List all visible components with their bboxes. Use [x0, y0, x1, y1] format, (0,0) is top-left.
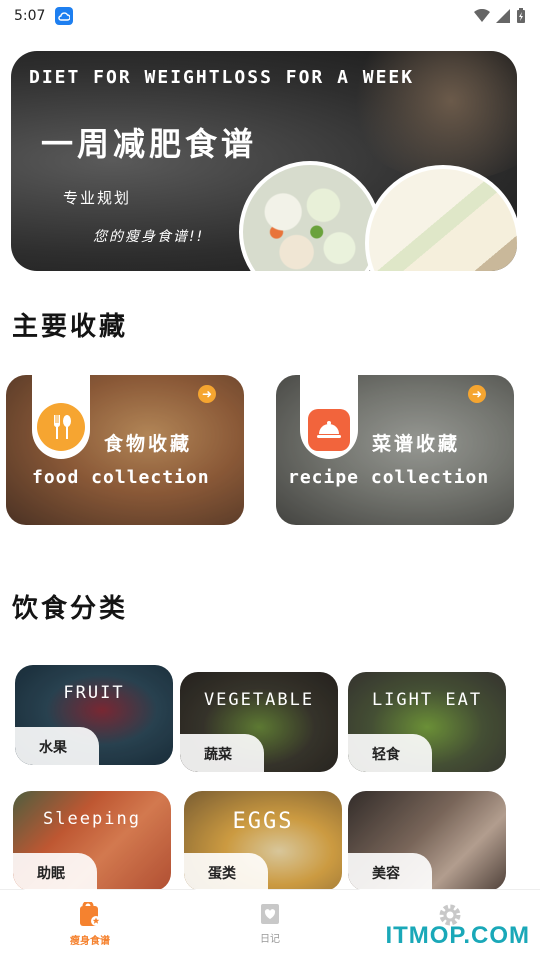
diary-icon	[261, 904, 279, 924]
category-label-cn: 蛋类	[184, 853, 268, 891]
main-collection-title-text: 主要收藏	[12, 312, 129, 342]
nav-label: 日记	[260, 934, 280, 945]
category-label-en: Sleeping	[43, 809, 141, 829]
status-bar: 5:07	[0, 0, 540, 32]
site-watermark: ITMOP.COM	[385, 922, 530, 949]
cloche-icon	[308, 409, 350, 451]
category-vegetable[interactable]: VEGETABLE 蔬菜	[180, 672, 338, 772]
wifi-icon	[474, 9, 490, 22]
spring-rolls-image	[239, 161, 381, 271]
category-label-cn: 助眠	[13, 853, 97, 891]
banner-title-cn: 一周减肥食谱	[41, 125, 258, 163]
category-light-eat[interactable]: LIGHT EAT 轻食	[348, 672, 506, 772]
diet-category-title: 饮食分类	[12, 588, 182, 625]
recipe-collection-card[interactable]: ➜ 菜谱收藏 recipe collection	[276, 375, 514, 525]
food-collection-card[interactable]: ➜ 食物收藏 food collection	[6, 375, 244, 525]
diet-category-title-text: 饮食分类	[12, 594, 129, 624]
banner-tagline: 您的瘦身食谱!!	[93, 229, 205, 245]
sandwich-image	[365, 165, 517, 271]
main-collection-title: 主要收藏	[10, 306, 129, 343]
category-label-en: EGGS	[232, 809, 294, 834]
banner-subtitle: 专业规划	[63, 189, 132, 207]
status-time: 5:07	[14, 8, 46, 24]
signal-icon	[496, 9, 510, 23]
arrow-right-icon: ➜	[198, 385, 216, 403]
category-fruit[interactable]: FRUIT 水果	[15, 665, 173, 765]
weekly-diet-banner[interactable]: DIET FOR WEIGHTLOSS FOR A WEEK 一周减肥食谱 专业…	[11, 51, 517, 271]
category-eggs[interactable]: EGGS 蛋类	[184, 791, 342, 891]
banner-title-en: DIET FOR WEIGHTLOSS FOR A WEEK	[29, 67, 415, 88]
recipe-collection-label-cn: 菜谱收藏	[372, 433, 461, 455]
arrow-right-icon: ➜	[468, 385, 486, 403]
battery-icon	[517, 8, 525, 23]
category-label-en: LIGHT EAT	[371, 690, 483, 710]
category-label-cn: 蔬菜	[180, 734, 264, 772]
category-label-en: VEGETABLE	[203, 690, 315, 710]
category-label-cn: 美容	[348, 853, 432, 891]
recipe-collection-label-en: recipe collection	[288, 467, 490, 488]
nav-item-diary[interactable]: 日记	[180, 890, 360, 960]
nav-item-recipes[interactable]: 瘦身食谱	[0, 890, 180, 960]
cloud-icon	[55, 7, 74, 25]
category-label-en: FRUIT	[63, 683, 125, 703]
food-collection-label-cn: 食物收藏	[104, 433, 193, 455]
food-collection-tab	[32, 375, 90, 459]
nav-label: 瘦身食谱	[70, 936, 110, 947]
category-label-cn: 水果	[15, 727, 99, 765]
category-beauty[interactable]: 美容	[348, 791, 506, 891]
category-sleeping[interactable]: Sleeping 助眠	[13, 791, 171, 891]
recipe-collection-tab	[300, 375, 358, 459]
category-label-cn: 轻食	[348, 734, 432, 772]
fork-spoon-icon	[37, 403, 85, 451]
food-collection-label-en: food collection	[32, 467, 210, 488]
recipe-book-icon	[80, 902, 101, 926]
